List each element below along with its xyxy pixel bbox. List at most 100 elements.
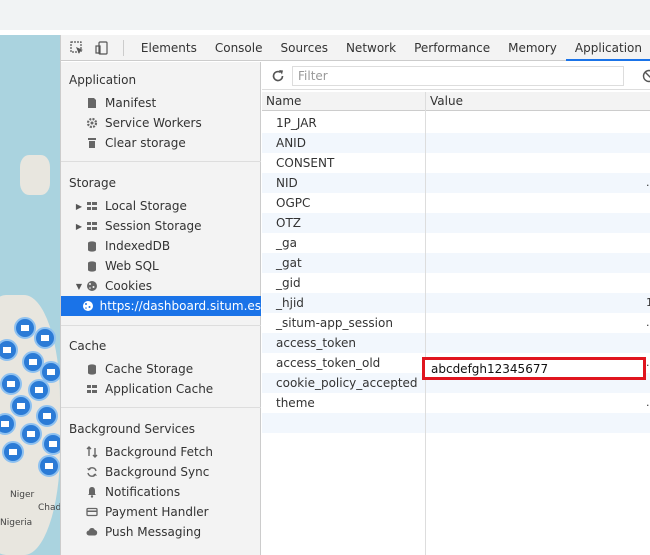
cookie-value-editor[interactable]: abcdefgh12345677 — [422, 357, 646, 380]
sidebar-item-label: Application Cache — [105, 382, 214, 396]
database-icon — [85, 239, 99, 253]
divider — [61, 325, 261, 326]
map-pin[interactable] — [2, 441, 24, 463]
sidebar-item-session-storage[interactable]: ▶ Session Storage — [61, 216, 261, 236]
table-row[interactable]: access_token — [262, 333, 650, 353]
sidebar-item-cookies[interactable]: ▼ Cookies — [61, 276, 261, 296]
section-title-cache: Cache — [69, 339, 107, 353]
sidebar-item-cache-storage[interactable]: Cache Storage — [61, 359, 261, 379]
map-label-chad: Chad — [38, 503, 60, 513]
card-icon — [85, 505, 99, 519]
sidebar-item-label: Payment Handler — [105, 505, 209, 519]
sidebar-item-clear-storage[interactable]: Clear storage — [61, 133, 261, 153]
tab-sources[interactable]: Sources — [271, 35, 336, 61]
grid-icon — [85, 219, 99, 233]
cookie-name: _situm-app_session — [276, 316, 393, 330]
map-pin[interactable] — [10, 395, 32, 417]
sidebar-item-label: Push Messaging — [105, 525, 202, 539]
sidebar-item-web-sql[interactable]: Web SQL — [61, 256, 261, 276]
clear-all-icon[interactable] — [642, 69, 650, 83]
table-row[interactable]: OTZ — [262, 213, 650, 233]
expand-arrow-icon[interactable]: ▶ — [73, 202, 85, 211]
cookie-name: access_token — [276, 336, 356, 350]
sidebar-item-local-storage[interactable]: ▶ Local Storage — [61, 196, 261, 216]
column-header-value[interactable]: Value — [430, 94, 463, 108]
cookie-name: OGPC — [276, 196, 311, 210]
refresh-icon[interactable] — [270, 68, 286, 84]
sidebar-item-application-cache[interactable]: Application Cache — [61, 379, 261, 399]
table-row[interactable]: _situm-app_session. — [262, 313, 650, 333]
sidebar-item-label: Cache Storage — [105, 362, 194, 376]
sidebar-item-manifest[interactable]: Manifest — [61, 93, 261, 113]
table-row[interactable]: 1P_JAR — [262, 113, 650, 133]
cookie-name: 1P_JAR — [276, 116, 317, 130]
access-token-value[interactable]: abcdefgh12345677 — [431, 362, 548, 376]
devtools-panel: Elements Console Sources Network Perform… — [60, 35, 650, 555]
sidebar-item-service-workers[interactable]: Service Workers — [61, 113, 261, 133]
devtools-tab-bar: Elements Console Sources Network Perform… — [61, 35, 650, 61]
table-row[interactable]: theme. — [262, 393, 650, 413]
column-header-name[interactable]: Name — [266, 94, 301, 108]
sidebar-item-label: Cookies — [105, 279, 152, 293]
cookie-value-edge: . — [646, 176, 650, 189]
cookie-icon — [85, 279, 99, 293]
table-row[interactable]: OGPC — [262, 193, 650, 213]
table-row[interactable]: _gat — [262, 253, 650, 273]
map-pin[interactable] — [20, 423, 42, 445]
cookie-name: _gid — [276, 276, 301, 290]
tab-performance[interactable]: Performance — [405, 35, 499, 61]
column-divider[interactable] — [425, 92, 426, 555]
sidebar-item-label: https://dashboard.situm.es — [99, 299, 262, 313]
sidebar-item-background-sync[interactable]: Background Sync — [61, 462, 261, 482]
sidebar-item-background-fetch[interactable]: Background Fetch — [61, 442, 261, 462]
map-pin[interactable] — [34, 327, 56, 349]
tab-elements[interactable]: Elements — [132, 35, 206, 61]
map-pin[interactable] — [0, 373, 22, 395]
cookie-name: OTZ — [276, 216, 301, 230]
manifest-icon — [85, 96, 99, 110]
cookie-name: CONSENT — [276, 156, 335, 170]
map-pin[interactable] — [38, 455, 60, 477]
trash-icon — [85, 136, 99, 150]
sidebar-item-indexeddb[interactable]: IndexedDB — [61, 236, 261, 256]
sidebar-item-label: Clear storage — [105, 136, 186, 150]
cookie-value-edge: 1 — [646, 296, 650, 309]
tab-application[interactable]: Application — [565, 35, 650, 61]
map-pin[interactable] — [28, 379, 50, 401]
table-row[interactable]: ANID — [262, 133, 650, 153]
map-pin[interactable] — [42, 433, 60, 455]
map-pin[interactable] — [36, 405, 58, 427]
toolbar-divider — [122, 39, 124, 56]
device-toolbar-icon[interactable] — [94, 39, 111, 57]
table-row[interactable]: _ga — [262, 233, 650, 253]
tab-network[interactable]: Network — [337, 35, 405, 61]
table-row[interactable]: NID. — [262, 173, 650, 193]
sidebar-item-label: Session Storage — [105, 219, 202, 233]
cookie-name: _hjid — [276, 296, 304, 310]
sidebar-item-notifications[interactable]: Notifications — [61, 482, 261, 502]
cookie-name: _gat — [276, 256, 302, 270]
fetch-icon — [85, 445, 99, 459]
filter-input[interactable] — [292, 66, 624, 86]
cookie-value-edge: . — [646, 316, 650, 329]
browser-top-strip — [0, 0, 650, 30]
table-row[interactable]: _hjid 1 — [262, 293, 650, 313]
tab-console[interactable]: Console — [206, 35, 272, 61]
map-pin[interactable] — [14, 317, 36, 339]
divider — [61, 407, 261, 408]
inspect-element-icon[interactable] — [69, 39, 86, 57]
sidebar-item-payment-handler[interactable]: Payment Handler — [61, 502, 261, 522]
table-row[interactable]: _gid — [262, 273, 650, 293]
sidebar-item-label: Background Sync — [105, 465, 210, 479]
tab-memory[interactable]: Memory — [499, 35, 566, 61]
grid-icon — [85, 382, 99, 396]
collapse-arrow-icon[interactable]: ▼ — [73, 282, 85, 291]
expand-arrow-icon[interactable]: ▶ — [73, 222, 85, 231]
table-row[interactable]: CONSENT — [262, 153, 650, 173]
sidebar-item-push-messaging[interactable]: Push Messaging — [61, 522, 261, 542]
sidebar-item-label: Local Storage — [105, 199, 187, 213]
table-row-empty[interactable] — [262, 413, 650, 433]
map-area[interactable]: Niger Chad Nigeria — [0, 35, 60, 555]
sidebar-item-cookie-domain[interactable]: https://dashboard.situm.es — [61, 296, 261, 316]
table-header: Name Value — [262, 92, 650, 111]
